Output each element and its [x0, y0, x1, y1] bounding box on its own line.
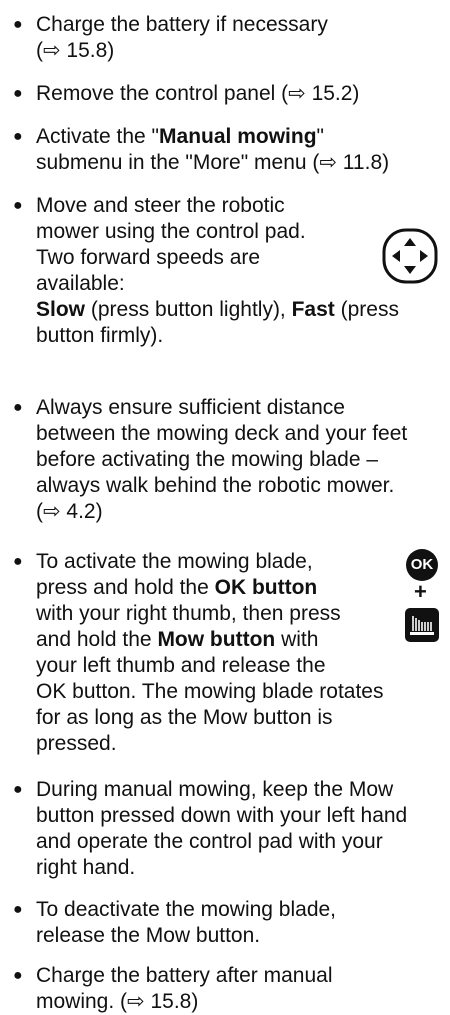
- text-line: submenu in the "More" menu (⇨ 11.8): [36, 151, 390, 174]
- text-line: Two forward speeds are: [36, 246, 261, 269]
- text-line: Activate the "Manual mowing": [36, 124, 389, 150]
- text-line: Always ensure sufficient distance: [36, 396, 345, 419]
- text-span: and hold the: [36, 628, 158, 651]
- text-line: available:: [36, 272, 125, 295]
- text-line: To deactivate the mowing blade,: [36, 898, 337, 921]
- bullet: ●: [13, 16, 23, 33]
- bold-term: OK button: [214, 576, 318, 599]
- item-text: Activate the "Manual mowing" submenu in …: [36, 124, 389, 176]
- item-text: Move and steer the robotic mower using t…: [36, 193, 399, 349]
- bullet: ●: [13, 128, 23, 145]
- text-line: Move and steer the robotic: [36, 194, 285, 217]
- text-span: ": [316, 125, 324, 148]
- bullet: ●: [13, 85, 23, 102]
- bold-term: Fast: [291, 298, 335, 321]
- item-text: To deactivate the mowing blade, release …: [36, 897, 336, 949]
- item-text: To activate the mowing blade, press and …: [36, 549, 383, 757]
- text-line: with your right thumb, then press: [36, 602, 341, 625]
- text-line: mowing. (⇨ 15.8): [36, 990, 199, 1013]
- item-text: Remove the control panel (⇨ 15.2): [36, 81, 359, 107]
- control-pad-icon: [382, 228, 438, 284]
- text-line: Charge the battery if necessary: [36, 13, 328, 36]
- bullet: ●: [13, 781, 23, 798]
- text-span: (press button lightly),: [85, 298, 292, 321]
- text-line: OK button. The mowing blade rotates: [36, 680, 384, 703]
- bullet: ●: [13, 967, 23, 984]
- item-text: During manual mowing, keep the Mow butto…: [36, 777, 407, 881]
- text-span: with: [275, 628, 319, 651]
- plus-sign: +: [414, 579, 427, 604]
- mow-button-icon: [405, 608, 439, 642]
- bold-term: Slow: [36, 298, 86, 321]
- text-line: right hand.: [36, 856, 136, 879]
- ok-button-icon: OK: [406, 549, 438, 581]
- text-line: Remove the control panel (⇨ 15.2): [36, 82, 360, 105]
- text-line: button firmly).: [36, 324, 164, 347]
- bullet: ●: [13, 553, 23, 570]
- text-line: and hold the Mow button with: [36, 627, 383, 653]
- text-span: press and hold the: [36, 576, 215, 599]
- text-line: release the Mow button.: [36, 924, 261, 947]
- item-text: Always ensure sufficient distance betwee…: [36, 395, 407, 525]
- text-line: before activating the mowing blade –: [36, 448, 379, 471]
- text-line: mower using the control pad.: [36, 220, 306, 243]
- text-line: your left thumb and release the: [36, 654, 326, 677]
- text-line: (⇨ 15.8): [36, 39, 115, 62]
- text-span: Activate the ": [36, 125, 160, 148]
- text-line: Slow (press button lightly), Fast (press: [36, 297, 399, 323]
- text-line: between the mowing deck and your feet: [36, 422, 408, 445]
- bullet: ●: [13, 197, 23, 214]
- text-line: (⇨ 4.2): [36, 500, 103, 523]
- text-line: During manual mowing, keep the Mow: [36, 778, 394, 801]
- text-line: and operate the control pad with your: [36, 830, 383, 853]
- bold-term: Manual mowing: [159, 125, 317, 148]
- text-line: Charge the battery after manual: [36, 964, 333, 987]
- text-line: for as long as the Mow button is: [36, 706, 333, 729]
- text-line: button pressed down with your left hand: [36, 804, 408, 827]
- text-line: pressed.: [36, 732, 117, 755]
- text-line: always walk behind the robotic mower.: [36, 474, 395, 497]
- ok-icon-label: OK: [410, 556, 434, 573]
- text-line: To activate the mowing blade,: [36, 550, 313, 573]
- bullet: ●: [13, 901, 23, 918]
- item-text: Charge the battery after manual mowing. …: [36, 963, 333, 1015]
- text-span: (press: [334, 298, 399, 321]
- bullet: ●: [13, 399, 23, 416]
- item-text: Charge the battery if necessary (⇨ 15.8): [36, 12, 328, 64]
- text-line: press and hold the OK button: [36, 575, 383, 601]
- bold-term: Mow button: [157, 628, 276, 651]
